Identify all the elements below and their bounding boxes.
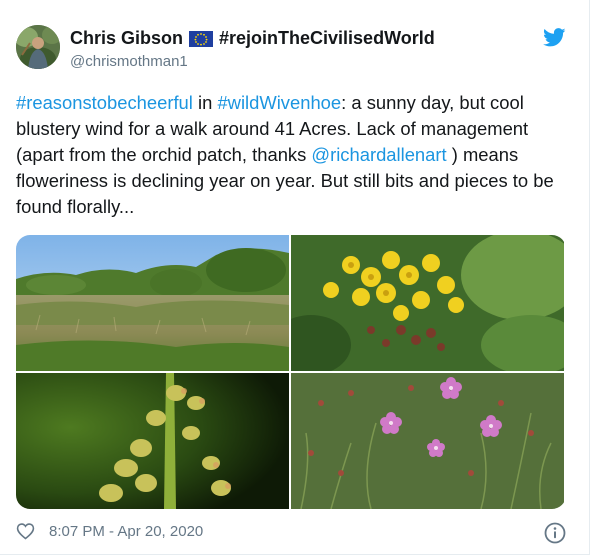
- tweet-footer: 8:07 PM - Apr 20, 2020: [16, 522, 203, 540]
- eu-flag-icon: [189, 30, 214, 47]
- author-name-row[interactable]: Chris Gibson #rejoinTheCivilisedWorld: [70, 28, 435, 49]
- heart-icon[interactable]: [16, 522, 35, 540]
- avatar[interactable]: [16, 25, 60, 69]
- tweet-card: Chris Gibson #rejoinTheCivilisedWorld @c…: [0, 0, 590, 555]
- twitter-bird-icon[interactable]: [543, 28, 566, 47]
- hashtag-link-reasonstobecheerful[interactable]: #reasonstobecheerful: [16, 92, 193, 113]
- yellow-flowers-photo[interactable]: [291, 235, 564, 371]
- mention-link-richardallenart[interactable]: @richardallenart: [311, 144, 446, 165]
- pink-flowers-photo[interactable]: [291, 373, 564, 509]
- author-name[interactable]: Chris Gibson: [70, 28, 183, 49]
- buds-closeup-photo[interactable]: [16, 373, 289, 509]
- photo-grid: [16, 235, 566, 509]
- info-icon[interactable]: [544, 522, 566, 544]
- author-hashtag-name[interactable]: #rejoinTheCivilisedWorld: [219, 28, 435, 49]
- meadow-photo[interactable]: [16, 235, 289, 371]
- tweet-text: #reasonstobecheerful in #wildWivenhoe: a…: [16, 90, 576, 220]
- author-handle[interactable]: @chrismothman1: [70, 53, 188, 70]
- hashtag-link-wildwivenhoe[interactable]: #wildWivenhoe: [217, 92, 341, 113]
- tweet-text-segment: in: [192, 92, 218, 113]
- tweet-timestamp[interactable]: 8:07 PM - Apr 20, 2020: [49, 523, 203, 540]
